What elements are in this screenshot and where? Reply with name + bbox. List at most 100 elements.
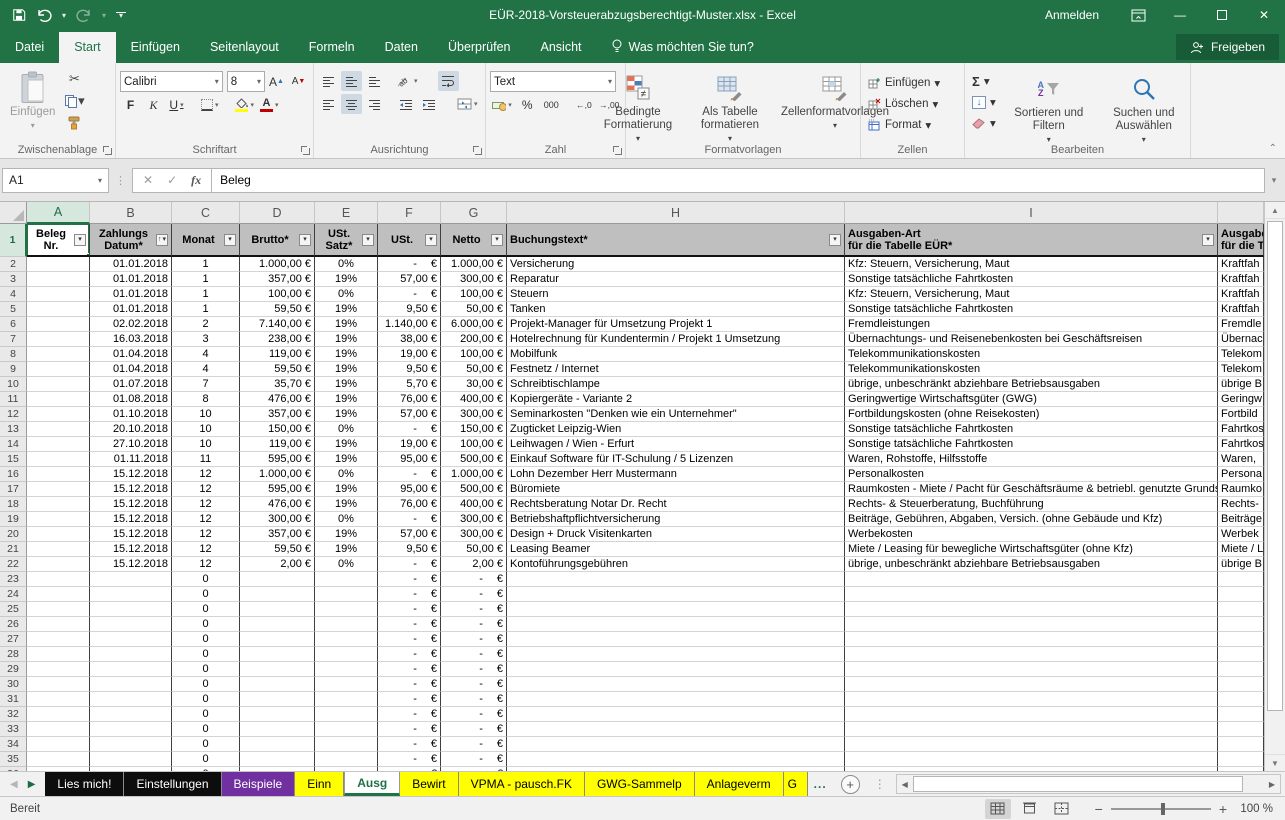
format-cells-button[interactable]: Format▾: [865, 115, 943, 135]
cell-D27[interactable]: [240, 632, 315, 647]
row-header-14[interactable]: 14: [0, 437, 27, 452]
cell-G24[interactable]: -€: [441, 587, 507, 602]
align-bottom-icon[interactable]: [364, 71, 385, 91]
cell-H11[interactable]: Kopiergeräte - Variante 2: [507, 392, 845, 407]
cell-A33[interactable]: [27, 722, 90, 737]
cell-27[interactable]: [1218, 632, 1264, 647]
cell-H15[interactable]: Einkauf Software für IT-Schulung / 5 Liz…: [507, 452, 845, 467]
cell-F9[interactable]: 9,50 €: [378, 362, 441, 377]
cell-H23[interactable]: [507, 572, 845, 587]
sheet-next-icon[interactable]: ▶: [28, 779, 36, 790]
cell-E11[interactable]: 19%: [315, 392, 378, 407]
cell-H26[interactable]: [507, 617, 845, 632]
cell-B26[interactable]: [90, 617, 172, 632]
cell-H14[interactable]: Leihwagen / Wien - Erfurt: [507, 437, 845, 452]
cell-H8[interactable]: Mobilfunk: [507, 347, 845, 362]
cancel-formula-icon[interactable]: ✕: [143, 173, 153, 187]
cell-B13[interactable]: 20.10.2018: [90, 422, 172, 437]
align-center-icon[interactable]: [341, 94, 362, 114]
font-color-button[interactable]: A▾: [258, 95, 281, 115]
cell-C34[interactable]: 0: [172, 737, 240, 752]
cell-4[interactable]: Kraftfah: [1218, 287, 1264, 302]
bold-button[interactable]: F: [120, 95, 141, 115]
cell-C20[interactable]: 12: [172, 527, 240, 542]
cell-A2[interactable]: [27, 257, 90, 272]
sheet-tab-ausg[interactable]: Ausg: [344, 772, 400, 796]
cell-29[interactable]: [1218, 662, 1264, 677]
cell-3[interactable]: Kraftfah: [1218, 272, 1264, 287]
cell-A24[interactable]: [27, 587, 90, 602]
cell-B31[interactable]: [90, 692, 172, 707]
sheet-tab-g[interactable]: G: [784, 772, 808, 796]
column-header-I[interactable]: I: [845, 202, 1218, 224]
cell-G31[interactable]: -€: [441, 692, 507, 707]
cell-19[interactable]: Beiträge: [1218, 512, 1264, 527]
cell-E30[interactable]: [315, 677, 378, 692]
cell-21[interactable]: Miete / L: [1218, 542, 1264, 557]
cell-F18[interactable]: 76,00 €: [378, 497, 441, 512]
font-size-combo[interactable]: 8▾: [227, 71, 265, 92]
cell-9[interactable]: Telekom: [1218, 362, 1264, 377]
cell-D12[interactable]: 357,00 €: [240, 407, 315, 422]
cell-E29[interactable]: [315, 662, 378, 677]
cell-C26[interactable]: 0: [172, 617, 240, 632]
cell-I9[interactable]: Telekommunikationskosten: [845, 362, 1218, 377]
cell-B16[interactable]: 15.12.2018: [90, 467, 172, 482]
cell-B23[interactable]: [90, 572, 172, 587]
cell-D8[interactable]: 119,00 €: [240, 347, 315, 362]
cell-A29[interactable]: [27, 662, 90, 677]
cell-I18[interactable]: Rechts- & Steuerberatung, Buchführung: [845, 497, 1218, 512]
cell-I14[interactable]: Sonstige tatsächliche Fahrtkosten: [845, 437, 1218, 452]
cell-G5[interactable]: 50,00 €: [441, 302, 507, 317]
cell-G21[interactable]: 50,00 €: [441, 542, 507, 557]
cell-24[interactable]: [1218, 587, 1264, 602]
cell-H24[interactable]: [507, 587, 845, 602]
cell-16[interactable]: Persona: [1218, 467, 1264, 482]
cell-H20[interactable]: Design + Druck Visitenkarten: [507, 527, 845, 542]
select-all-corner[interactable]: [0, 202, 27, 224]
cell-B25[interactable]: [90, 602, 172, 617]
ribbon-tab-einfügen[interactable]: Einfügen: [116, 32, 195, 63]
cell-26[interactable]: [1218, 617, 1264, 632]
sheet-tab-lies-mich-[interactable]: Lies mich!: [45, 772, 124, 796]
close-button[interactable]: ✕: [1243, 0, 1285, 30]
cell-I21[interactable]: Miete / Leasing für bewegliche Wirtschaf…: [845, 542, 1218, 557]
cell-F29[interactable]: -€: [378, 662, 441, 677]
cell-H18[interactable]: Rechtsberatung Notar Dr. Recht: [507, 497, 845, 512]
row-header-16[interactable]: 16: [0, 467, 27, 482]
cell-E10[interactable]: 19%: [315, 377, 378, 392]
cell-B12[interactable]: 01.10.2018: [90, 407, 172, 422]
format-as-table-button[interactable]: Als Tabelle formatieren ▾: [685, 67, 775, 148]
sheet-tab-anlageverm[interactable]: Anlageverm: [695, 772, 784, 796]
cell-C11[interactable]: 8: [172, 392, 240, 407]
cell-G25[interactable]: -€: [441, 602, 507, 617]
ribbon-tab-überprüfen[interactable]: Überprüfen: [433, 32, 526, 63]
cell-A16[interactable]: [27, 467, 90, 482]
cell-F22[interactable]: -€: [378, 557, 441, 572]
cell-E13[interactable]: 0%: [315, 422, 378, 437]
cell-H34[interactable]: [507, 737, 845, 752]
cell-A18[interactable]: [27, 497, 90, 512]
column-header-partial[interactable]: [1218, 202, 1264, 224]
cell-E25[interactable]: [315, 602, 378, 617]
cell-E27[interactable]: [315, 632, 378, 647]
cell-I20[interactable]: Werbekosten: [845, 527, 1218, 542]
table-header-b[interactable]: ZahlungsDatum*↑▾: [90, 224, 172, 257]
increase-indent-icon[interactable]: [418, 94, 439, 114]
cell-D24[interactable]: [240, 587, 315, 602]
cell-G6[interactable]: 6.000,00 €: [441, 317, 507, 332]
cell-C13[interactable]: 10: [172, 422, 240, 437]
row-header-28[interactable]: 28: [0, 647, 27, 662]
cell-A9[interactable]: [27, 362, 90, 377]
cell-I4[interactable]: Kfz: Steuern, Versicherung, Maut: [845, 287, 1218, 302]
cell-I22[interactable]: übrige, unbeschränkt abziehbare Betriebs…: [845, 557, 1218, 572]
cell-C4[interactable]: 1: [172, 287, 240, 302]
cell-A4[interactable]: [27, 287, 90, 302]
row-header-18[interactable]: 18: [0, 497, 27, 512]
filter-dropdown-icon[interactable]: ↑▾: [156, 234, 168, 246]
cell-G23[interactable]: -€: [441, 572, 507, 587]
cell-F6[interactable]: 1.140,00 €: [378, 317, 441, 332]
cell-A31[interactable]: [27, 692, 90, 707]
cell-F33[interactable]: -€: [378, 722, 441, 737]
cell-A11[interactable]: [27, 392, 90, 407]
